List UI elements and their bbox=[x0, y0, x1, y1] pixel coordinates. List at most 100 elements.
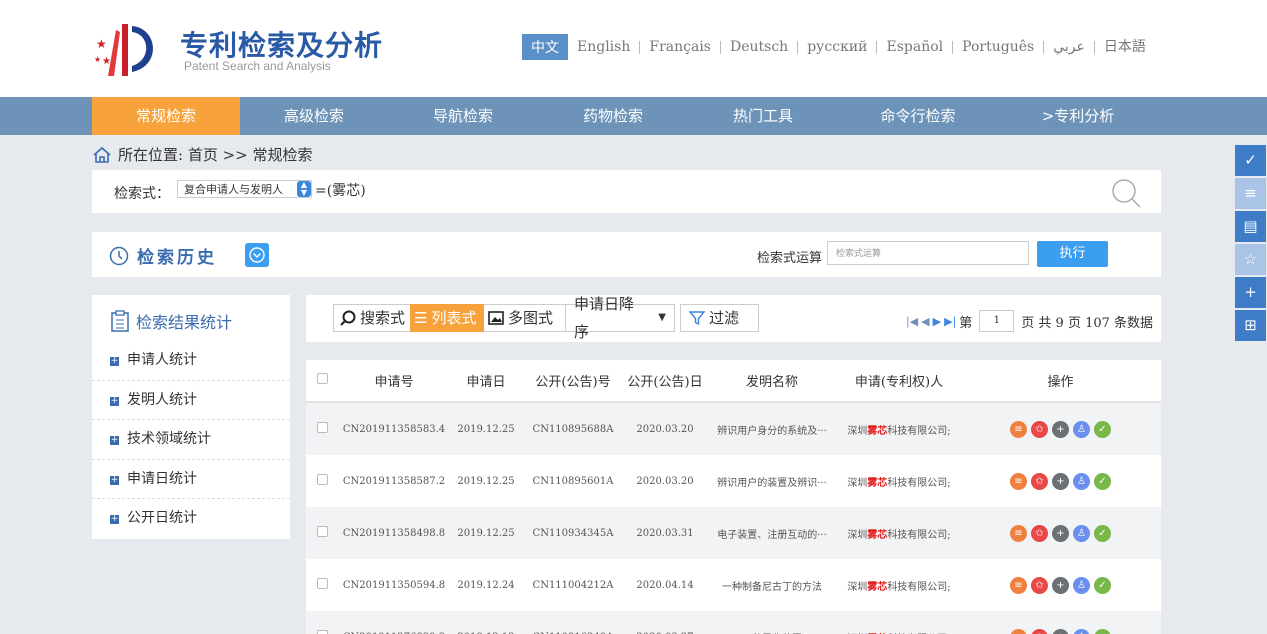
list-icon: ☰ bbox=[414, 309, 428, 327]
detail-icon[interactable]: ≡ bbox=[1010, 524, 1027, 542]
add-icon[interactable]: + bbox=[1052, 628, 1069, 634]
stats-item-pub-date[interactable]: + 公开日统计 bbox=[92, 498, 290, 537]
row-checkbox-box[interactable] bbox=[316, 630, 328, 634]
stats-item-inventor[interactable]: + 发明人统计 bbox=[92, 380, 290, 419]
analyze-icon[interactable]: ✓ bbox=[1094, 524, 1111, 542]
filter-button[interactable]: 过滤 bbox=[680, 304, 759, 332]
nav-item-hot-tools[interactable]: 热门工具 bbox=[688, 97, 838, 135]
favorite-icon[interactable]: ✩ bbox=[1031, 420, 1048, 438]
stats-item-tech-field[interactable]: + 技术领域统计 bbox=[92, 419, 290, 458]
list-icon[interactable]: ≡ bbox=[1235, 178, 1266, 209]
cell-title[interactable]: 一种制备尼古丁的方法 bbox=[706, 559, 838, 611]
table-row[interactable]: CN201911358587.2 2019.12.25 CN110895601A 20… bbox=[306, 455, 1161, 507]
lang-es[interactable]: Español bbox=[876, 40, 952, 54]
cell-title[interactable]: 一种雾化装置 bbox=[706, 611, 838, 634]
stats-item-app-date[interactable]: + 申请日统计 bbox=[92, 459, 290, 498]
lang-ar[interactable]: عربي bbox=[1043, 40, 1094, 54]
stats-item-applicant[interactable]: + 申请人统计 bbox=[92, 341, 290, 380]
search-icon[interactable] bbox=[1110, 178, 1146, 210]
lang-de[interactable]: Deutsch bbox=[719, 40, 797, 54]
applicant-icon[interactable]: ♙ bbox=[1073, 576, 1090, 594]
row-checkbox bbox=[306, 611, 338, 634]
applicant-icon[interactable]: ♙ bbox=[1073, 524, 1090, 542]
lang-fr[interactable]: Français bbox=[639, 40, 720, 54]
table-row[interactable]: CN201911358583.4 2019.12.25 CN110895688A 20… bbox=[306, 402, 1161, 455]
nav-item-command-search[interactable]: 命令行检索 bbox=[838, 97, 998, 135]
col-pub-no[interactable]: 公开(公告)号 bbox=[522, 360, 624, 403]
detail-icon[interactable]: ≡ bbox=[1010, 628, 1027, 634]
table-row[interactable]: CN201911358498.8 2019.12.25 CN110934345A 20… bbox=[306, 507, 1161, 559]
applicant-icon[interactable]: ♙ bbox=[1073, 420, 1090, 438]
list-view-button[interactable]: ☰ 列表式 bbox=[410, 304, 485, 332]
sort-select[interactable]: 申请日降序 ▼ bbox=[565, 295, 675, 341]
expression-operation-input[interactable]: 检索式运算 bbox=[827, 241, 1029, 265]
add-icon[interactable]: + bbox=[1052, 420, 1069, 438]
prev-page-icon[interactable]: ◀ bbox=[921, 315, 929, 328]
home-icon[interactable] bbox=[92, 146, 112, 164]
table-row[interactable]: CN201911276829.32019.12.12CN110916249A20… bbox=[306, 611, 1161, 634]
nav-item-drug-search[interactable]: 药物检索 bbox=[538, 97, 688, 135]
favorite-icon[interactable]: ✩ bbox=[1031, 472, 1048, 490]
row-checkbox-box[interactable] bbox=[316, 474, 328, 485]
analyze-icon[interactable]: ✓ bbox=[1094, 420, 1111, 438]
cell-title[interactable]: 电子装置、注册互动的··· bbox=[706, 507, 838, 559]
cell-title[interactable]: 辨识用户的装置及辨识··· bbox=[706, 455, 838, 507]
search-field-select[interactable]: 复合申请人与发明人 ▲ ▼ bbox=[177, 180, 312, 198]
analyze-icon[interactable]: ✓ bbox=[1094, 472, 1111, 490]
search-label: 检索式： bbox=[114, 186, 170, 202]
add-icon[interactable]: + bbox=[1052, 472, 1069, 490]
lang-en[interactable]: English bbox=[568, 39, 639, 55]
applicant-icon[interactable]: ♙ bbox=[1073, 472, 1090, 490]
analyze-icon[interactable]: ✓ bbox=[1094, 576, 1111, 594]
svg-text:★: ★ bbox=[102, 56, 111, 67]
applicant-icon[interactable]: ♙ bbox=[1073, 628, 1090, 634]
col-applicant[interactable]: 申请(专利权)人 bbox=[838, 360, 960, 403]
search-expr-button[interactable]: 搜索式 bbox=[333, 304, 410, 332]
add-icon[interactable]: + bbox=[1052, 524, 1069, 542]
plus-icon[interactable]: + bbox=[1235, 277, 1266, 308]
col-pub-date[interactable]: 公开(公告)日 bbox=[624, 360, 706, 403]
last-page-icon[interactable]: ▶| bbox=[944, 315, 956, 328]
checkmark-icon[interactable]: ✓ bbox=[1235, 145, 1266, 176]
first-page-icon[interactable]: |◀ bbox=[906, 315, 918, 328]
select-all-checkbox[interactable] bbox=[316, 373, 328, 384]
lang-pt[interactable]: Português bbox=[952, 40, 1043, 54]
row-checkbox-box[interactable] bbox=[316, 422, 328, 433]
table-row[interactable]: CN201911350594.8 2019.12.24 CN111004212A 20… bbox=[306, 559, 1161, 611]
results-toolbar: 搜索式 ☰ 列表式 多图式 申请日降序 ▼ 过滤 |◀ ◀ ▶ ▶| 第 1 页 … bbox=[306, 295, 1161, 342]
lang-ru[interactable]: русский bbox=[797, 40, 876, 54]
site-subtitle: Patent Search and Analysis bbox=[184, 59, 331, 73]
add-icon[interactable]: + bbox=[1052, 576, 1069, 594]
favorite-icon[interactable]: ✩ bbox=[1031, 628, 1048, 634]
cell-pub-no: CN110895688A bbox=[522, 402, 624, 455]
next-page-icon[interactable]: ▶ bbox=[933, 315, 941, 328]
detail-icon[interactable]: ≡ bbox=[1010, 576, 1027, 594]
history-toggle-chevron-down-icon[interactable] bbox=[245, 243, 269, 267]
lang-zh[interactable]: 中文 bbox=[522, 34, 568, 60]
results-table: 申请号 申请日 公开(公告)号 公开(公告)日 发明名称 申请(专利权)人 操作… bbox=[306, 360, 1161, 634]
nav-item-regular-search[interactable]: 常规检索 bbox=[92, 97, 240, 135]
cell-pub-date: 2020.03.31 bbox=[624, 507, 706, 559]
nav-item-navigation-search[interactable]: 导航检索 bbox=[388, 97, 538, 135]
document-icon[interactable]: ▤ bbox=[1235, 211, 1266, 242]
favorite-icon[interactable]: ✩ bbox=[1031, 576, 1048, 594]
col-app-date[interactable]: 申请日 bbox=[450, 360, 522, 403]
page-number-input[interactable]: 1 bbox=[979, 310, 1015, 332]
detail-icon[interactable]: ≡ bbox=[1010, 472, 1027, 490]
execute-button[interactable]: 执行 bbox=[1037, 241, 1108, 267]
col-app-no[interactable]: 申请号 bbox=[338, 360, 450, 403]
row-checkbox-box[interactable] bbox=[316, 578, 328, 589]
analyze-icon[interactable]: ✓ bbox=[1094, 628, 1111, 634]
favorite-icon[interactable]: ✩ bbox=[1031, 524, 1048, 542]
lang-ja[interactable]: 日本語 bbox=[1093, 40, 1155, 54]
cell-title[interactable]: 辨识用户身分的系统及··· bbox=[706, 402, 838, 455]
add-box-icon[interactable]: ⊞ bbox=[1235, 310, 1266, 341]
cell-pub-date: 2020.03.20 bbox=[636, 475, 694, 487]
star-icon[interactable]: ☆ bbox=[1235, 244, 1266, 275]
detail-icon[interactable]: ≡ bbox=[1010, 420, 1027, 438]
col-title[interactable]: 发明名称 bbox=[706, 360, 838, 403]
multi-image-view-button[interactable]: 多图式 bbox=[484, 304, 566, 332]
row-checkbox-box[interactable] bbox=[316, 526, 328, 537]
nav-item-advanced-search[interactable]: 高级检索 bbox=[240, 97, 388, 135]
nav-item-patent-analysis[interactable]: >专利分析 bbox=[998, 97, 1158, 135]
